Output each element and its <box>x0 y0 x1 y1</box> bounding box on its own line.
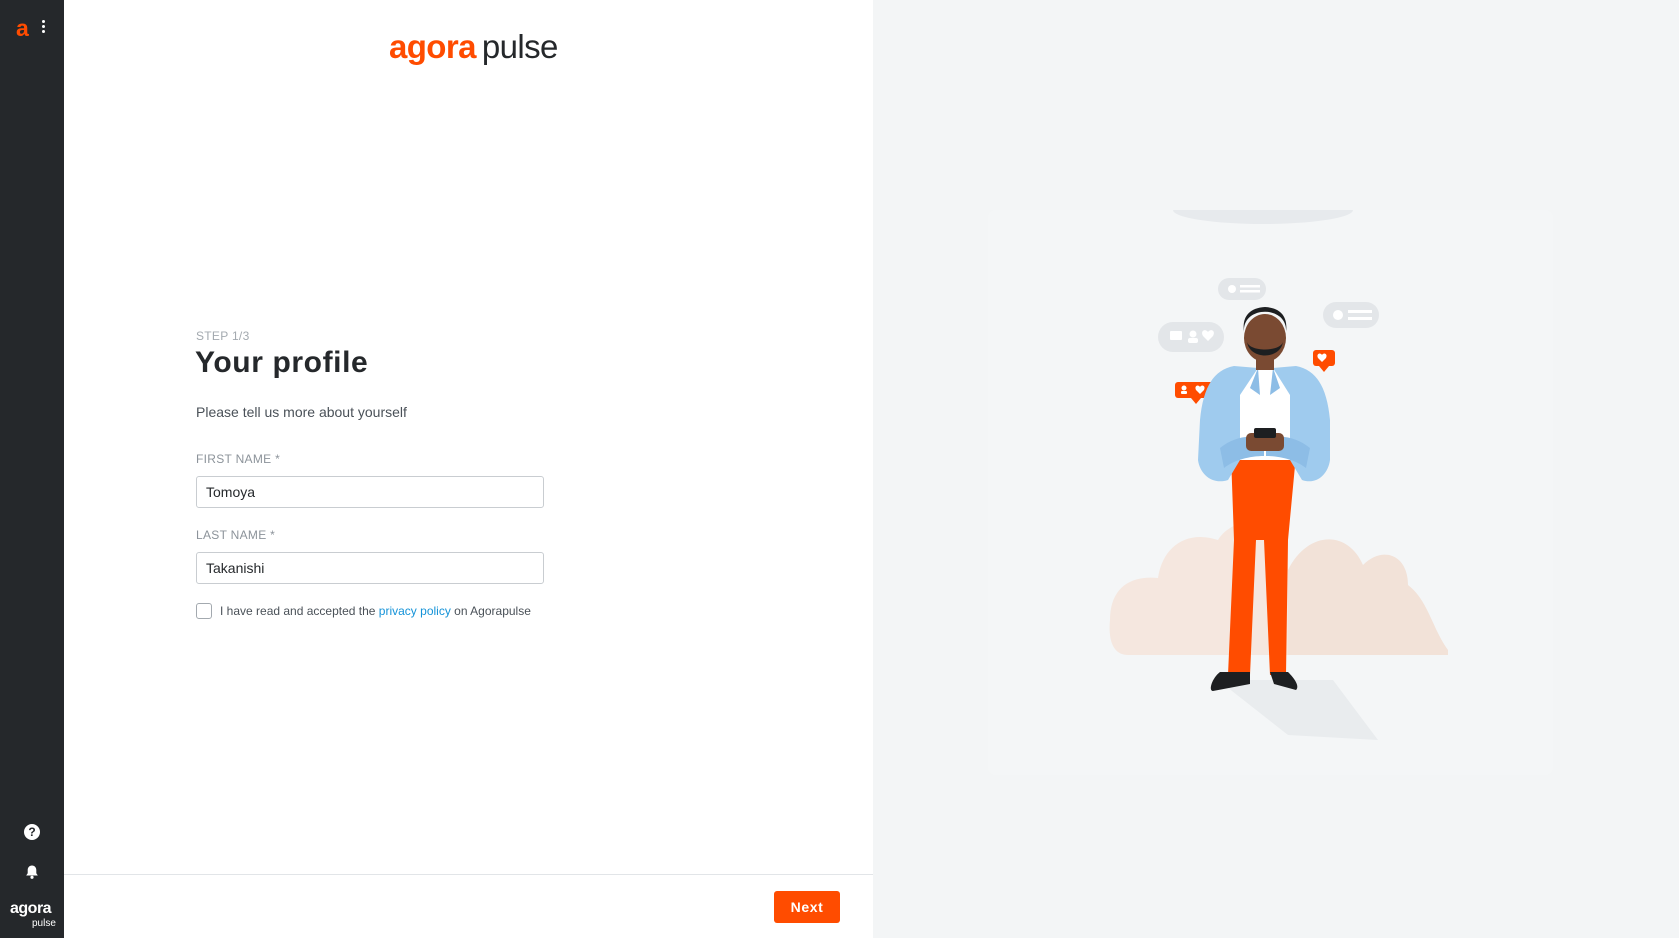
privacy-checkbox[interactable] <box>196 603 212 619</box>
brand-word-agora: agora <box>10 900 52 917</box>
next-button[interactable]: Next <box>774 891 840 923</box>
bell-icon[interactable] <box>24 864 40 880</box>
help-icon[interactable]: ? <box>24 824 40 840</box>
sidebar: a ? agora pulse <box>0 0 64 938</box>
page-subtitle: Please tell us more about yourself <box>196 404 407 420</box>
brand-word-pulse: pulse <box>32 918 56 929</box>
main-panel: agora pulse STEP 1/3 Your profile Please … <box>64 0 873 938</box>
sidebar-brand-logo: agora pulse <box>8 900 58 932</box>
consent-text-after: on Agorapulse <box>450 604 531 618</box>
logo-agora-text: agora <box>389 28 476 65</box>
last-name-input[interactable] <box>196 552 544 584</box>
agorapulse-logo-icon[interactable]: a <box>16 17 36 40</box>
step-indicator: STEP 1/3 <box>196 329 250 343</box>
privacy-consent: I have read and accepted the privacy pol… <box>196 602 531 620</box>
kebab-menu-icon[interactable] <box>40 20 46 38</box>
agorapulse-logo: agora pulse <box>389 28 558 68</box>
profile-illustration <box>988 210 1553 775</box>
logo-pulse-text: pulse <box>481 28 559 65</box>
first-name-input[interactable] <box>196 476 544 508</box>
consent-text: I have read and accepted the privacy pol… <box>220 604 531 618</box>
illustration-panel <box>873 0 1679 938</box>
privacy-policy-link[interactable]: privacy policy <box>379 604 451 618</box>
form-footer: Next <box>64 874 873 938</box>
last-name-label: LAST NAME * <box>196 528 276 542</box>
consent-text-before: I have read and accepted the <box>220 604 379 618</box>
first-name-label: FIRST NAME * <box>196 452 281 466</box>
page-title: Your profile <box>195 346 369 379</box>
